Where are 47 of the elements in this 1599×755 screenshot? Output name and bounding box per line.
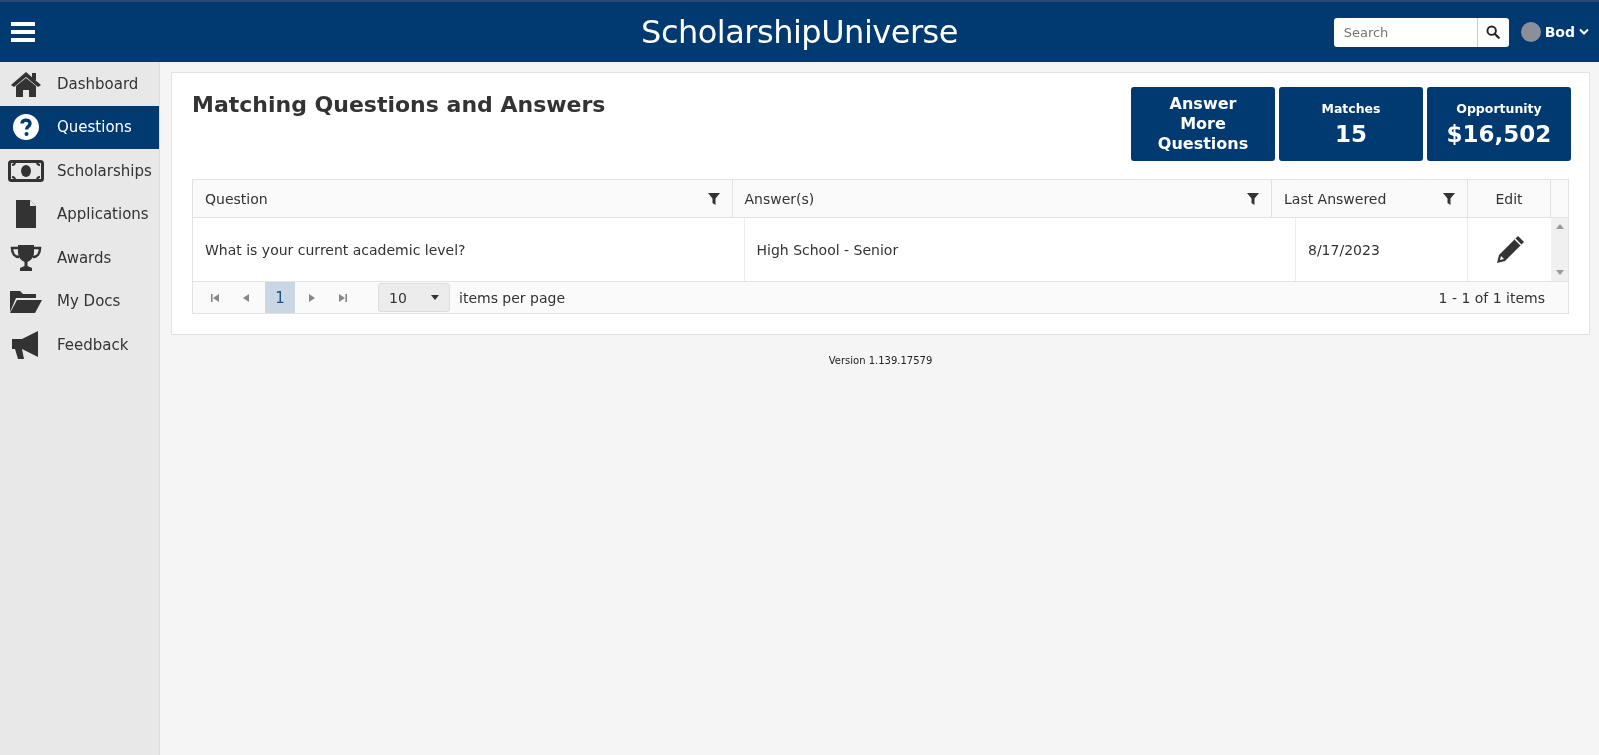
search-field[interactable]: Search — [1333, 17, 1477, 47]
banknote-icon — [8, 159, 44, 182]
column-header[interactable]: Question — [193, 180, 733, 217]
sidebar-item[interactable]: Feedback — [0, 323, 159, 367]
sidebar-item[interactable]: My Docs — [0, 279, 159, 323]
help-icon — [12, 113, 40, 142]
menu-icon[interactable] — [11, 22, 35, 42]
filter-icon[interactable] — [1247, 192, 1259, 205]
document-icon — [15, 199, 37, 230]
scrollbar[interactable] — [1551, 218, 1568, 281]
first-page-icon[interactable] — [211, 293, 219, 302]
scroll-down-icon[interactable] — [1555, 270, 1564, 275]
house-icon — [10, 69, 42, 98]
filter-icon[interactable] — [1443, 192, 1455, 205]
search-button[interactable] — [1476, 17, 1509, 47]
filter-icon[interactable] — [707, 192, 720, 205]
page-size-label: items per page — [459, 289, 566, 306]
page-title: Matching Questions and Answers — [192, 92, 606, 117]
search-icon — [1486, 25, 1501, 39]
avatar-icon[interactable] — [1520, 22, 1541, 42]
sidebar-item[interactable]: Applications — [0, 192, 159, 236]
sidebar-item[interactable]: Questions — [0, 105, 159, 149]
column-header[interactable]: Last Answered — [1272, 180, 1468, 217]
sidebar-item[interactable]: Scholarships — [0, 149, 159, 193]
column-header[interactable]: Edit — [1468, 180, 1551, 217]
scroll-up-icon[interactable] — [1555, 224, 1564, 229]
pager-summary: 1 - 1 of 1 items — [1438, 289, 1545, 306]
last-page-icon[interactable] — [339, 293, 347, 302]
next-page-icon[interactable] — [308, 293, 316, 302]
folder-icon — [9, 288, 43, 315]
stat-value: $16,502 — [1446, 121, 1552, 147]
stat-label: Matches — [1321, 101, 1381, 116]
version-text: Version 1.139.17579 — [827, 355, 934, 366]
caret-icon — [431, 295, 439, 300]
sidebar-item[interactable]: Awards — [0, 236, 159, 280]
site-title: ScholarshipUniverse — [641, 13, 958, 51]
previous-page-icon[interactable] — [242, 293, 250, 302]
stat-value: 15 — [1335, 121, 1367, 147]
chevron-down-icon[interactable] — [1579, 28, 1589, 36]
page-button[interactable]: 1 — [265, 282, 295, 313]
page-size-dropdown[interactable]: 10 — [378, 283, 450, 312]
sidebar-item[interactable]: Dashboard — [0, 62, 159, 106]
trophy-icon — [10, 243, 42, 272]
answer-more-button[interactable]: Answer More Questions — [1131, 87, 1275, 161]
stat-label: Opportunity — [1456, 101, 1542, 116]
user-name[interactable]: Bod — [1544, 24, 1575, 40]
column-header[interactable]: Answer(s) — [732, 180, 1272, 217]
